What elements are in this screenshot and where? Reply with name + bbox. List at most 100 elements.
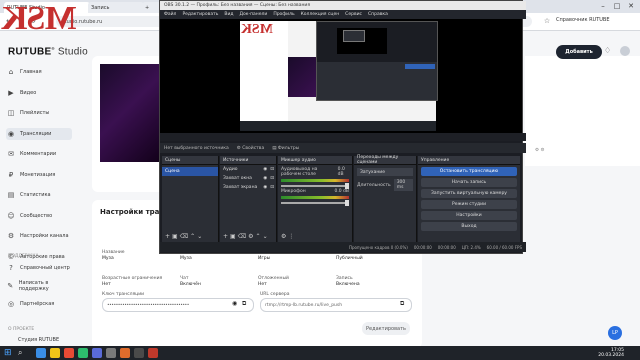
bookmark-icon[interactable]: ☆ bbox=[542, 16, 552, 26]
taskbar-clock[interactable]: 17:05 20.03.2024 bbox=[598, 348, 624, 358]
lock-icon[interactable]: ⊡ bbox=[270, 185, 274, 190]
volume-slider[interactable] bbox=[281, 183, 349, 189]
windows-start-icon[interactable]: ⊞ bbox=[4, 348, 14, 358]
lock-icon[interactable]: ⊡ bbox=[270, 176, 274, 181]
obs-control-button[interactable]: Остановить трансляцию bbox=[421, 167, 517, 176]
taskbar-app-icon[interactable] bbox=[36, 348, 46, 358]
nested-taskbar bbox=[240, 121, 436, 131]
volume-knob[interactable] bbox=[345, 183, 349, 189]
taskbar-app-icon[interactable] bbox=[92, 348, 102, 358]
volume-slider[interactable] bbox=[281, 200, 349, 206]
copy-icon[interactable]: ⧉ bbox=[400, 300, 404, 308]
sidebar-item-settings[interactable]: ⚙ Настройки канала bbox=[6, 230, 72, 242]
server-url-input[interactable]: rtmp://rtmp-lb.rutube.ru/live_push bbox=[260, 298, 412, 312]
duration-label: Длительность bbox=[357, 182, 391, 188]
sidebar-item-home[interactable]: ⌂ Главная bbox=[6, 66, 72, 78]
sidebar-item-live[interactable]: ◉ Трансляции bbox=[6, 127, 72, 140]
taskbar-app-icon[interactable] bbox=[64, 348, 74, 358]
settings-icon: ⚙ bbox=[7, 232, 15, 240]
field-value[interactable]: Включён bbox=[180, 282, 201, 287]
taskbar-app-icon[interactable] bbox=[78, 348, 88, 358]
obs-status-item: 60.00 / 60.00 FPS bbox=[486, 244, 522, 250]
field-value[interactable]: Муза bbox=[102, 256, 114, 261]
field-value[interactable]: Муза bbox=[180, 256, 192, 261]
sidebar-item-feedback[interactable]: ✎ Написать в поддержку bbox=[6, 280, 72, 292]
obs-menu-item[interactable]: Вид bbox=[224, 12, 233, 17]
server-url-label: URL сервера bbox=[260, 292, 290, 297]
taskbar-app-icon[interactable] bbox=[50, 348, 60, 358]
taskbar-app-icon[interactable] bbox=[134, 348, 144, 358]
sidebar-item-shorts[interactable]: ◫ Плейлисты bbox=[6, 107, 72, 119]
obs-menu-item[interactable]: Док-панели bbox=[239, 12, 267, 17]
search-icon[interactable]: ⌕ bbox=[18, 348, 28, 358]
eye-icon[interactable]: ◉ bbox=[263, 185, 267, 190]
obs-menu-item[interactable]: Сервис bbox=[345, 12, 362, 17]
avatar[interactable] bbox=[620, 46, 630, 56]
filters-button[interactable]: ▤ Фильтры bbox=[272, 146, 299, 151]
sidebar-section-header: ПОДДЕРЖКА bbox=[8, 254, 39, 259]
sidebar-item-help[interactable]: ? Справочный центр bbox=[6, 262, 72, 274]
sources-toolbar[interactable]: +▣⌫⚙⌃⌄ bbox=[223, 233, 270, 240]
copy-icon[interactable]: ⧉ bbox=[242, 300, 246, 308]
field-value[interactable]: Включена bbox=[336, 282, 360, 287]
obs-menu-item[interactable]: Справка bbox=[368, 12, 388, 17]
sidebar-item-chat[interactable]: ✉ Комментарии bbox=[6, 148, 72, 160]
obs-control-button[interactable]: Настройки bbox=[421, 211, 517, 220]
scene-item[interactable]: Сцена bbox=[162, 167, 218, 176]
taskbar-app-icon[interactable] bbox=[106, 348, 116, 358]
close-icon[interactable]: ✕ bbox=[624, 0, 638, 12]
obs-menu-item[interactable]: Редактировать bbox=[182, 12, 218, 17]
controls-dock: Управление Остановить трансляцию Начать з… bbox=[418, 156, 520, 242]
volume-knob[interactable] bbox=[345, 200, 349, 206]
obs-menu-item[interactable]: Файл bbox=[164, 12, 176, 17]
eye-icon[interactable]: ◉ bbox=[263, 176, 267, 181]
sidebar-footer-header: О ПРОЕКТЕ bbox=[8, 327, 35, 332]
sidebar-item-money[interactable]: ₽ Монетизация bbox=[6, 169, 72, 181]
sidebar-item-partners[interactable]: ◎ Партнёрская bbox=[6, 298, 72, 310]
minimize-icon[interactable]: – bbox=[596, 0, 610, 12]
sidebar-item-video[interactable]: ▶ Видео bbox=[6, 87, 72, 99]
bookmark-link[interactable]: Справочник RUTUBE bbox=[556, 17, 610, 23]
sidebar-item-chart[interactable]: ▤ Статистика bbox=[6, 189, 72, 201]
obs-menu-item[interactable]: Коллекция сцен bbox=[301, 12, 340, 17]
field-value[interactable]: Нет bbox=[102, 282, 111, 287]
eye-icon[interactable]: ◉ bbox=[232, 300, 237, 307]
duration-input[interactable]: 300 ms bbox=[393, 179, 413, 191]
scenes-toolbar[interactable]: +▣⌫⌃⌄ bbox=[165, 233, 204, 240]
maximize-icon[interactable]: □ bbox=[610, 0, 624, 12]
rutube-logo[interactable]: RUTUBE® Studio bbox=[8, 46, 88, 57]
source-item[interactable]: Аудио ◉ ⊡ bbox=[220, 165, 276, 174]
sidebar-item-label: Трансляции bbox=[20, 130, 52, 137]
controls-header: Управление bbox=[418, 156, 520, 165]
edit-button[interactable]: Редактировать bbox=[362, 322, 410, 335]
field-value[interactable]: Игры bbox=[258, 256, 270, 261]
source-label: Захват экрана bbox=[223, 185, 258, 190]
obs-control-button[interactable]: Режим студии bbox=[421, 200, 517, 209]
bell-icon[interactable]: ♢ bbox=[604, 46, 614, 56]
sidebar-item-audience[interactable]: ☺ Сообщество bbox=[6, 210, 72, 222]
source-item[interactable]: Захват экрана ◉ ⊡ bbox=[220, 183, 276, 192]
stream-key-label: Ключ трансляции bbox=[102, 292, 145, 297]
properties-button[interactable]: ⚙ Свойства bbox=[237, 146, 264, 151]
chat-settings-icon[interactable]: ⚙ ⚙ bbox=[535, 148, 545, 153]
taskbar-app-icon[interactable] bbox=[148, 348, 158, 358]
publish-button[interactable]: Добавить bbox=[556, 45, 602, 59]
eye-icon[interactable]: ◉ bbox=[263, 167, 267, 172]
mixer-toolbar[interactable]: ⚙⋮ bbox=[281, 233, 296, 240]
field-value[interactable]: Публичный bbox=[336, 256, 363, 261]
obs-control-button[interactable]: Выход bbox=[421, 222, 517, 231]
obs-title-bar: OBS 30.1.2 — Профиль: Без названия — Сце… bbox=[160, 1, 526, 10]
transition-select[interactable]: Затухание bbox=[357, 168, 413, 176]
source-item[interactable]: Захват окна ◉ ⊡ bbox=[220, 174, 276, 183]
taskbar-app-icon[interactable] bbox=[120, 348, 130, 358]
obs-control-button[interactable]: Начать запись bbox=[421, 178, 517, 187]
obs-menu-item[interactable]: Профиль bbox=[273, 12, 294, 17]
browser-tab[interactable]: Запись bbox=[88, 2, 144, 13]
field-value[interactable]: Нет bbox=[258, 282, 267, 287]
help-chat-button[interactable]: LP bbox=[608, 326, 622, 340]
properties-label: Свойства bbox=[242, 145, 265, 151]
lock-icon[interactable]: ⊡ bbox=[270, 167, 274, 172]
obs-control-button[interactable]: Запустить виртуальную камеру bbox=[421, 189, 517, 198]
obs-preview[interactable]: MSK bbox=[160, 19, 522, 133]
sidebar-footer-item[interactable]: Студия RUTUBE bbox=[6, 334, 84, 346]
